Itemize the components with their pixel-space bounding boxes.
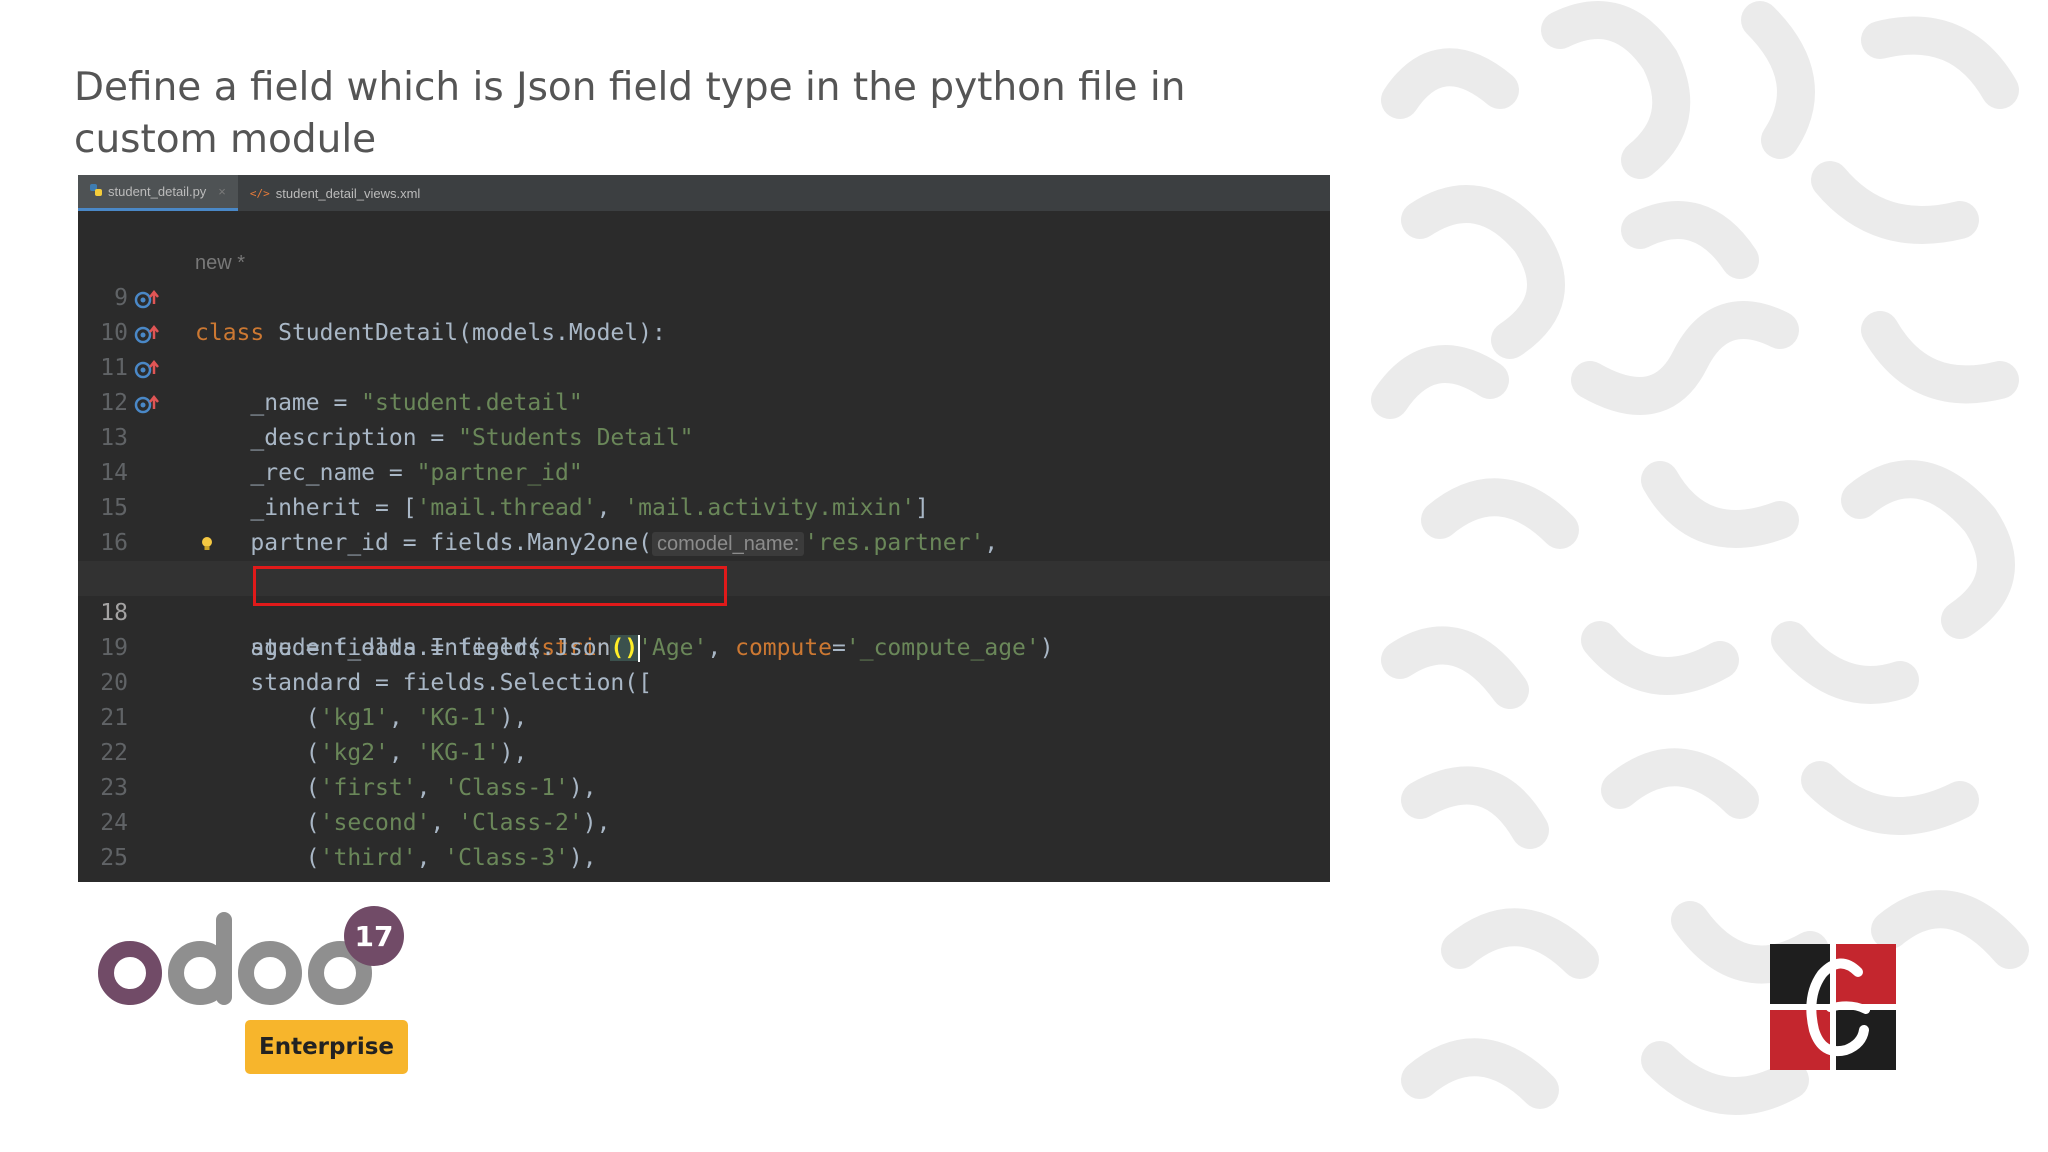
tab-student-detail-py[interactable]: student_detail.py × xyxy=(78,175,238,211)
code-line: 12 _rec_name = "partner_id" xyxy=(78,351,1330,486)
code-line: 25 ('four', 'Class-4'), xyxy=(78,806,1330,882)
code-line: 17 age = fields.Integer(string='Age', co… xyxy=(78,526,1330,661)
code-line: 23 ('second', 'Class-2'), xyxy=(78,736,1330,836)
code-line: 20 ('kg1', 'KG-1'), xyxy=(78,631,1330,731)
xml-file-icon: </> xyxy=(249,186,270,200)
decorative-squiggle-pattern xyxy=(1371,1,2029,1115)
code-line: 9 class StudentDetail(models.Model): xyxy=(78,246,1330,346)
enterprise-badge: Enterprise xyxy=(245,1020,408,1074)
code-line: 19 standard = fields.Selection([ xyxy=(78,596,1330,696)
code-line-current: 18 student_data = fields.Json() xyxy=(78,561,1330,662)
slide-title: Define a field which is Json field type … xyxy=(74,65,1186,162)
code-line: 13 _inherit = ['mail.thread', 'mail.acti… xyxy=(78,386,1330,521)
code-line: 22 ('first', 'Class-1'), xyxy=(78,701,1330,801)
code-line: 11 _description = "Students Detail" xyxy=(78,316,1330,451)
code-line: 16 string='Student Name') xyxy=(78,491,1330,591)
python-file-icon xyxy=(90,184,102,199)
editor-tab-bar: student_detail.py × </> student_detail_v… xyxy=(78,175,1330,211)
code-line: 24 ('third', 'Class-3'), xyxy=(78,771,1330,871)
lightbulb-icon[interactable] xyxy=(200,526,214,561)
line-text: ('four', 'Class-4'), xyxy=(195,876,583,882)
code-editor-screenshot: student_detail.py × </> student_detail_v… xyxy=(78,175,1330,882)
odoo-version-badge: 17 xyxy=(344,906,404,966)
code-line: 26 ]) xyxy=(78,841,1330,882)
override-gutter-icon[interactable] xyxy=(134,316,162,351)
tab-label: student_detail.py xyxy=(108,184,207,199)
override-gutter-icon[interactable] xyxy=(134,281,162,316)
cybrosys-logo xyxy=(1770,944,1896,1070)
inlay-hint-line: new * xyxy=(78,211,1330,274)
tab-student-detail-views-xml[interactable]: </> student_detail_views.xml xyxy=(238,175,432,211)
override-gutter-icon[interactable] xyxy=(134,386,162,421)
tab-label: student_detail_views.xml xyxy=(275,185,421,201)
code-line: 14 xyxy=(78,421,1330,486)
override-gutter-icon[interactable] xyxy=(134,351,162,386)
close-icon[interactable]: × xyxy=(218,184,226,199)
code-line: 10 _name = "student.detail" xyxy=(78,281,1330,416)
code-line: 21 ('kg2', 'KG-1'), xyxy=(78,666,1330,766)
code-line: 15 partner_id = fields.Many2one(comodel_… xyxy=(78,456,1330,556)
line-number: 26 xyxy=(78,876,128,882)
